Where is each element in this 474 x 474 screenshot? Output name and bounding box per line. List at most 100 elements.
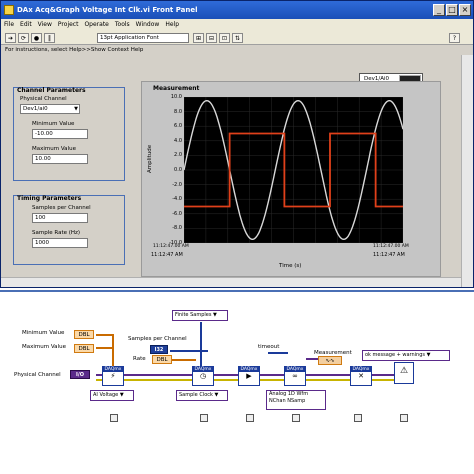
error-dialog-icon: ⚠	[399, 366, 409, 376]
diag-phys-terminal[interactable]: I/O	[70, 370, 90, 379]
measurement-terminal[interactable]: ∿∿	[318, 356, 342, 365]
diag-spc-label: Samples per Channel	[128, 336, 187, 342]
menu-help[interactable]: Help	[162, 19, 182, 31]
chevron-down-icon: ▼	[213, 312, 217, 318]
error-handler-vi[interactable]: ⚠	[394, 362, 414, 384]
spc-wire	[170, 350, 208, 352]
diag-rate-label: Rate	[133, 356, 146, 362]
sample-rate-label: Sample Rate (Hz)	[32, 230, 81, 236]
vertical-scrollbar[interactable]	[461, 55, 473, 287]
maximize-button[interactable]: □	[446, 4, 458, 16]
minimum-value-input[interactable]: -10.00	[32, 129, 88, 139]
clear-task-vi[interactable]: DAQmx ✕	[350, 366, 372, 386]
timing-parameters-group: Timing Parameters Samples per Channel 10…	[13, 195, 125, 265]
context-help-icon[interactable]: ?	[449, 33, 460, 43]
clear-icon: ✕	[358, 372, 364, 380]
y-tick-label: 6.0	[174, 123, 182, 130]
finite-samples-selector[interactable]: Finite Samples ▼	[172, 310, 228, 321]
front-panel-window: DAx Acq&Graph Voltage Int Clk.vi Front P…	[0, 0, 474, 288]
diag-phys-label: Physical Channel	[14, 372, 61, 378]
channel-parameters-group: Channel Parameters Physical Channel Dev1…	[13, 87, 125, 181]
graph-xlabel: Time (s)	[279, 263, 302, 269]
diag-min-terminal[interactable]: DBL	[74, 330, 94, 339]
y-tick-label: -2.0	[172, 181, 182, 188]
run-continuous-icon[interactable]: ⟳	[18, 33, 29, 43]
resize-icon[interactable]: ⊡	[219, 33, 230, 43]
terminal-box	[400, 414, 408, 422]
minimize-button[interactable]: _	[433, 4, 445, 16]
reorder-icon[interactable]: ⇅	[232, 33, 243, 43]
x-tick-end: 11:12:47 AM	[373, 252, 405, 258]
physical-channel-value: Dev1/ai0	[23, 106, 48, 112]
distribute-icon[interactable]: ⊟	[206, 33, 217, 43]
help-strip: For instructions, select Help>>Show Cont…	[1, 45, 473, 55]
y-tick-labels: 10.0 8.0 6.0 4.0 2.0 0.0 -2.0 -4.0 -6.0 -8.0 -10.0	[151, 94, 183, 246]
align-icon[interactable]: ⊞	[193, 33, 204, 43]
chevron-down-icon: ▼	[426, 352, 431, 358]
toolbar: ➔ ⟳ ● ‖ 13pt Application Font ⊞ ⊟ ⊡ ⇅ ?	[1, 31, 473, 45]
font-select[interactable]: 13pt Application Font	[97, 33, 189, 43]
y-tick-label: -8.0	[172, 225, 182, 232]
menu-tools[interactable]: Tools	[112, 19, 133, 31]
analog-read-value: Analog 1D Wfm NChan NSamp	[269, 391, 309, 404]
min-wire	[96, 334, 112, 336]
timeout-wire	[268, 352, 288, 354]
physical-channel-field[interactable]: Dev1/ai0 ▼	[20, 104, 80, 114]
y-tick-label: -4.0	[172, 196, 182, 203]
analog-read-selector[interactable]: Analog 1D Wfm NChan NSamp	[266, 390, 326, 410]
y-tick-label: 10.0	[170, 94, 182, 100]
samples-per-channel-label: Samples per Channel	[32, 205, 91, 211]
chevron-down-icon[interactable]: ▼	[74, 105, 78, 114]
sample-clock-selector[interactable]: Sample Clock ▼	[176, 390, 228, 401]
x-tick-top-end: 11:12:47.00 AM	[373, 244, 409, 249]
channel-parameters-title: Channel Parameters	[17, 87, 86, 94]
error-message-selector[interactable]: ok message + warnings ▼	[362, 350, 450, 361]
run-arrow-icon[interactable]: ➔	[5, 33, 16, 43]
block-diagram: Minimum Value DBL Maximum Value DBL Samp…	[0, 290, 474, 474]
samples-per-channel-input[interactable]: 100	[32, 213, 88, 223]
channel-icon: ⚡	[110, 372, 116, 380]
menu-project[interactable]: Project	[55, 19, 82, 31]
rate-wire	[172, 359, 196, 361]
diag-max-label: Maximum Value	[22, 344, 66, 350]
chevron-down-icon: ▼	[214, 392, 219, 398]
diag-rate-terminal[interactable]: DBL	[152, 355, 172, 364]
horizontal-scrollbar[interactable]	[1, 277, 461, 287]
menu-view[interactable]: View	[35, 19, 55, 31]
terminal-box	[354, 414, 362, 422]
graph-title: Measurement	[153, 85, 200, 92]
y-tick-label: 8.0	[174, 108, 182, 115]
ai-voltage-value: AI Voltage	[93, 392, 119, 398]
create-channel-vi[interactable]: DAQmx ⚡	[102, 366, 124, 386]
sample-rate-input[interactable]: 1000	[32, 238, 88, 248]
menu-edit[interactable]: Edit	[17, 19, 35, 31]
terminal-box	[110, 414, 118, 422]
minimum-value-label: Minimum Value	[32, 121, 75, 127]
menu-operate[interactable]: Operate	[81, 19, 111, 31]
close-button[interactable]: ×	[459, 4, 471, 16]
play-icon: ▶	[246, 372, 252, 380]
read-vi[interactable]: DAQmx ∞	[284, 366, 306, 386]
start-task-vi[interactable]: DAQmx ▶	[238, 366, 260, 386]
maximum-value-input[interactable]: 10.00	[32, 154, 88, 164]
waveform-graph-icon: ∿∿	[325, 358, 335, 364]
pause-icon[interactable]: ‖	[44, 33, 55, 43]
title-bar[interactable]: DAx Acq&Graph Voltage Int Clk.vi Front P…	[1, 1, 473, 19]
y-tick-label: 0.0	[174, 167, 182, 173]
y-tick-label: 2.0	[174, 152, 182, 159]
timing-parameters-title: Timing Parameters	[17, 195, 82, 202]
physical-channel-label: Physical Channel	[20, 96, 67, 102]
vi-icon	[4, 5, 14, 15]
ai-voltage-selector[interactable]: AI Voltage ▼	[90, 390, 134, 401]
diag-max-terminal[interactable]: DBL	[74, 344, 94, 353]
plot-area[interactable]	[183, 96, 404, 244]
diag-spc-terminal[interactable]: I32	[150, 345, 168, 354]
y-tick-label: -10.0	[169, 240, 182, 246]
finite-wire	[200, 322, 202, 372]
abort-icon[interactable]: ●	[31, 33, 42, 43]
terminal-box	[246, 414, 254, 422]
menu-window[interactable]: Window	[133, 19, 163, 31]
max-wire	[96, 347, 112, 349]
timing-vi[interactable]: DAQmx ◷	[192, 366, 214, 386]
menu-file[interactable]: File	[1, 19, 17, 31]
